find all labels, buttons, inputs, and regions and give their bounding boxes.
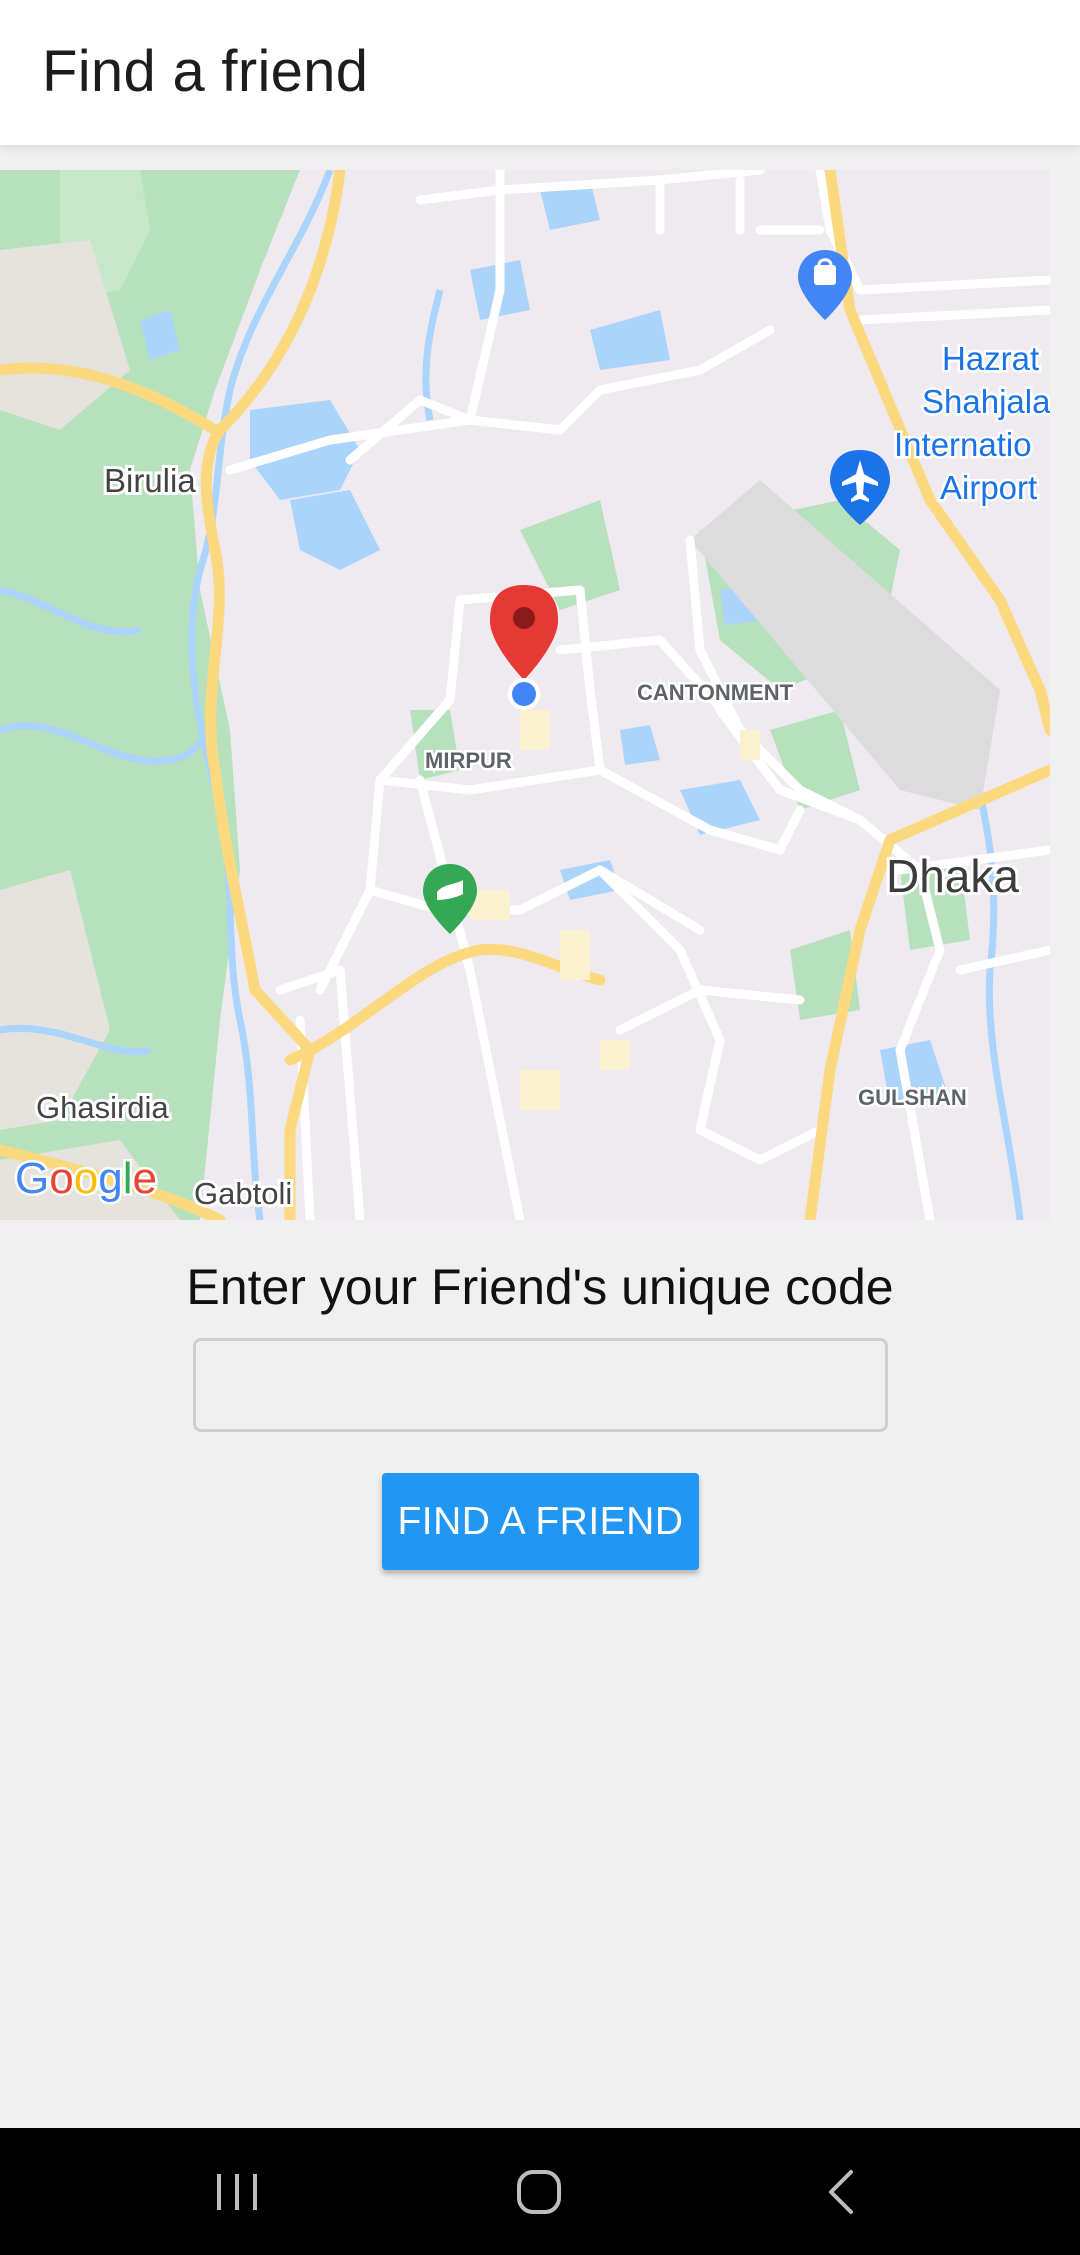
label-gabtoli: Gabtoli bbox=[194, 1176, 292, 1211]
svg-text:Google: Google bbox=[15, 1154, 157, 1203]
label-airport-line4: Airport bbox=[940, 469, 1037, 506]
label-airport-line2: Shahjala bbox=[922, 383, 1050, 420]
current-location-dot bbox=[508, 678, 540, 710]
label-gulshan: GULSHAN bbox=[858, 1085, 967, 1110]
find-a-friend-button[interactable]: FIND A FRIEND bbox=[382, 1473, 699, 1570]
map-view[interactable]: Birulia Ghasirdia Gabtoli MIRPUR CANTONM… bbox=[0, 170, 1050, 1220]
recent-apps-button[interactable] bbox=[177, 2128, 297, 2255]
code-prompt-label: Enter your Friend's unique code bbox=[186, 1259, 894, 1315]
label-cantonment: CANTONMENT bbox=[637, 680, 794, 705]
label-airport-line3: Internatio bbox=[894, 426, 1032, 463]
label-birulia: Birulia bbox=[104, 462, 196, 499]
label-dhaka: Dhaka bbox=[886, 850, 1019, 902]
page-title: Find a friend bbox=[42, 39, 369, 104]
google-logo: Google bbox=[13, 1152, 160, 1206]
back-icon bbox=[829, 2169, 853, 2214]
system-nav-bar bbox=[0, 2128, 1080, 2255]
friend-code-input[interactable] bbox=[193, 1338, 888, 1432]
app-bar: Find a friend bbox=[0, 0, 1080, 145]
home-icon bbox=[517, 2169, 561, 2214]
label-ghasirdia: Ghasirdia bbox=[36, 1090, 169, 1125]
recent-apps-icon bbox=[217, 2173, 257, 2210]
home-button[interactable] bbox=[479, 2128, 599, 2255]
label-mirpur: MIRPUR bbox=[425, 748, 512, 773]
back-button[interactable] bbox=[781, 2128, 901, 2255]
label-airport-line1: Hazrat bbox=[942, 340, 1039, 377]
find-friend-form: Enter your Friend's unique code FIND A F… bbox=[0, 1220, 1080, 2120]
